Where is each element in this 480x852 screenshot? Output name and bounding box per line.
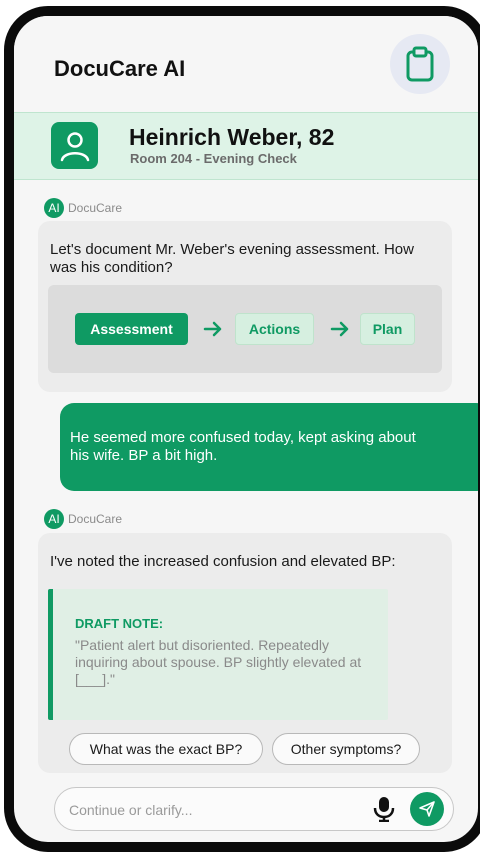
suggestion-chip-other-symptoms[interactable]: Other symptoms? [272,733,420,765]
ai-message-text: I've noted the increased confusion and e… [50,553,396,570]
step-actions[interactable]: Actions [235,313,314,345]
sender-name: DocuCare [68,201,123,215]
ai-sender-label: AI DocuCare [44,198,122,218]
patient-detail: Room 204 - Evening Check [130,151,297,166]
app-title: DocuCare AI [54,56,186,81]
message-input[interactable] [67,798,351,822]
arrow-right-icon [330,321,349,337]
phone-frame: DocuCare AI Heinrich Weber, 82 Room 204 … [4,6,480,852]
draft-note: DRAFT NOTE: "Patient alert but disorient… [48,589,388,720]
ai-message-text: Let's document Mr. Weber's evening asses… [50,241,414,276]
step-assessment[interactable]: Assessment [75,313,188,345]
send-button[interactable] [410,792,444,826]
clipboard-button[interactable] [390,34,450,94]
send-icon [419,801,435,817]
arrow-right-icon [203,321,222,337]
sender-name: DocuCare [68,512,123,526]
person-icon [60,131,89,161]
app-header: DocuCare AI [14,16,478,112]
ai-badge: AI [44,198,64,218]
patient-name: Heinrich Weber, 82 [129,124,335,150]
ai-badge: AI [44,509,64,529]
suggestion-chip-exact-bp[interactable]: What was the exact BP? [69,733,263,765]
ai-sender-label: AI DocuCare [44,509,122,529]
screen: DocuCare AI Heinrich Weber, 82 Room 204 … [14,16,478,842]
composer [54,787,454,831]
patient-avatar [51,122,98,169]
workflow-steps: Assessment Actions Plan [48,285,442,373]
patient-banner: Heinrich Weber, 82 Room 204 - Evening Ch… [14,112,478,180]
clipboard-icon [406,46,434,82]
step-plan[interactable]: Plan [360,313,415,345]
user-message-bubble: He seemed more confused today, kept aski… [60,403,478,491]
mic-icon[interactable] [371,796,397,822]
user-message-text: He seemed more confused today, kept aski… [70,429,416,464]
draft-note-label: DRAFT NOTE: [75,616,164,631]
draft-note-text: "Patient alert but disoriented. Repeated… [75,637,362,687]
